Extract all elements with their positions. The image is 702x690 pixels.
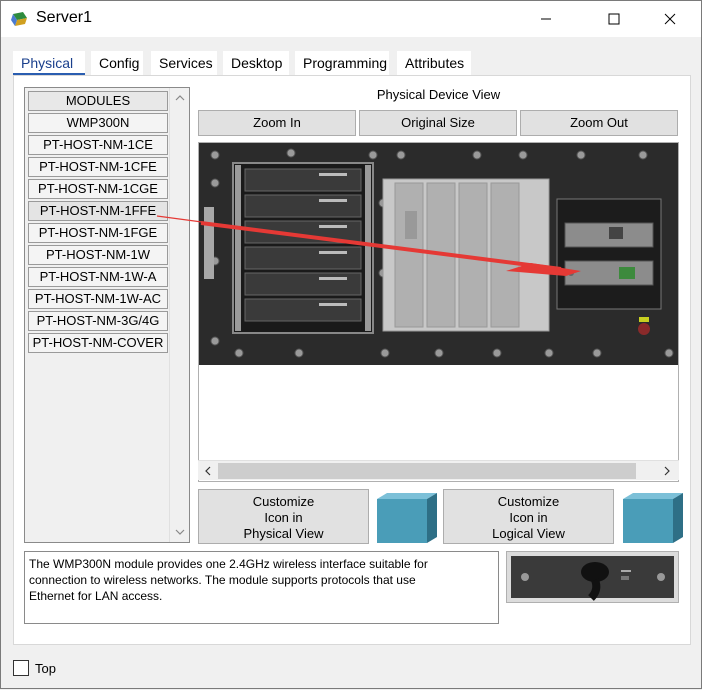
scroll-up-button[interactable] bbox=[170, 90, 190, 106]
customize-physical-line2: Icon in bbox=[264, 510, 303, 525]
customize-logical-line2: Icon in bbox=[509, 510, 548, 525]
customize-logical-line3: Logical View bbox=[492, 526, 565, 541]
physical-device-view-label: Physical Device View bbox=[376, 87, 501, 102]
chevron-up-icon bbox=[175, 95, 185, 101]
title-bar: Server1 bbox=[1, 1, 701, 37]
module-item[interactable]: PT-HOST-NM-1CFE bbox=[28, 157, 168, 177]
module-item-selected[interactable]: PT-HOST-NM-1FFE bbox=[28, 201, 168, 221]
window-title: Server1 bbox=[36, 9, 93, 26]
wmp300n-module-icon bbox=[511, 556, 674, 601]
close-icon bbox=[664, 13, 676, 25]
top-checkbox[interactable] bbox=[13, 660, 29, 676]
module-item[interactable]: PT-HOST-NM-1W-A bbox=[28, 267, 168, 287]
module-item[interactable]: PT-HOST-NM-1FGE bbox=[28, 223, 168, 243]
server1-window: Server1 Physical Config Services Desktop… bbox=[0, 0, 702, 689]
chevron-right-icon bbox=[664, 466, 670, 476]
maximize-icon bbox=[608, 13, 620, 25]
module-preview-image bbox=[506, 551, 679, 603]
module-item[interactable]: PT-HOST-NM-1CGE bbox=[28, 179, 168, 199]
physical-view-cube-icon bbox=[377, 493, 437, 543]
tab-services[interactable]: Services bbox=[151, 51, 217, 75]
tab-desktop[interactable]: Desktop bbox=[223, 51, 289, 75]
logical-view-cube-icon bbox=[623, 493, 683, 543]
minimize-icon bbox=[541, 18, 551, 20]
scroll-down-button[interactable] bbox=[170, 524, 190, 540]
zoom-in-button[interactable]: Zoom In bbox=[198, 110, 356, 136]
tab-programming[interactable]: Programming bbox=[295, 51, 389, 75]
packet-tracer-app-icon bbox=[11, 12, 27, 26]
customize-physical-line3: Physical View bbox=[243, 526, 324, 541]
maximize-button[interactable] bbox=[591, 1, 637, 37]
module-item[interactable]: PT-HOST-NM-3G/4G bbox=[28, 311, 168, 331]
module-description: The WMP300N module provides one 2.4GHz w… bbox=[24, 551, 499, 624]
modules-header: MODULES bbox=[28, 91, 168, 111]
chevron-down-icon bbox=[175, 529, 185, 535]
scroll-left-button[interactable] bbox=[198, 461, 218, 481]
module-item[interactable]: PT-HOST-NM-COVER bbox=[28, 333, 168, 353]
original-size-button[interactable]: Original Size bbox=[359, 110, 517, 136]
device-viewport bbox=[198, 142, 679, 482]
chevron-left-icon bbox=[205, 466, 211, 476]
scrollbar-thumb[interactable] bbox=[218, 463, 636, 479]
top-checkbox-label: Top bbox=[35, 660, 56, 676]
module-item[interactable]: WMP300N bbox=[28, 113, 168, 133]
zoom-out-button[interactable]: Zoom Out bbox=[520, 110, 678, 136]
scroll-right-button[interactable] bbox=[657, 461, 677, 481]
tab-attributes[interactable]: Attributes bbox=[397, 51, 471, 75]
module-item[interactable]: PT-HOST-NM-1CE bbox=[28, 135, 168, 155]
module-list: MODULES WMP300N PT-HOST-NM-1CE PT-HOST-N… bbox=[24, 87, 190, 543]
module-list-scrollbar[interactable] bbox=[169, 88, 189, 542]
top-option: Top bbox=[13, 659, 56, 677]
server-chassis-image[interactable] bbox=[199, 143, 679, 365]
module-item[interactable]: PT-HOST-NM-1W bbox=[28, 245, 168, 265]
device-view-horizontal-scrollbar[interactable] bbox=[198, 460, 679, 480]
customize-logical-line1: Customize bbox=[497, 494, 560, 509]
customize-logical-icon-button[interactable]: Customize Icon in Logical View bbox=[443, 489, 614, 544]
module-item[interactable]: PT-HOST-NM-1W-AC bbox=[28, 289, 168, 309]
customize-physical-icon-button[interactable]: Customize Icon in Physical View bbox=[198, 489, 369, 544]
tab-physical[interactable]: Physical bbox=[13, 51, 85, 75]
close-button[interactable] bbox=[647, 1, 693, 37]
customize-physical-line1: Customize bbox=[252, 494, 315, 509]
tab-config[interactable]: Config bbox=[91, 51, 143, 75]
minimize-button[interactable] bbox=[523, 1, 569, 37]
